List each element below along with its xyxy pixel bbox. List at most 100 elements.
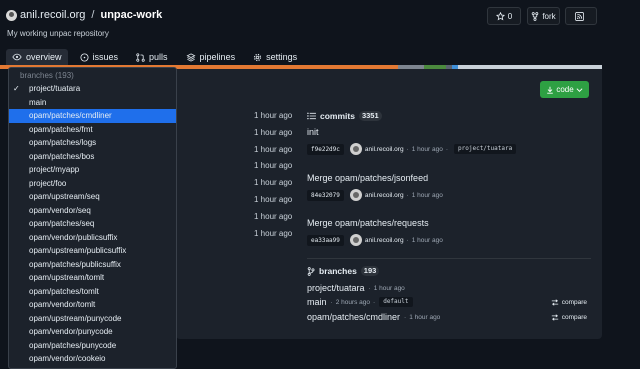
dropdown-branch-item[interactable]: opam/patches/publicsuffix	[9, 258, 176, 272]
author-avatar	[349, 143, 362, 155]
meta-separator: ·	[404, 313, 407, 321]
chevron-down-icon	[576, 87, 583, 92]
tab-label: pulls	[149, 52, 168, 62]
compare-link[interactable]: compare	[551, 314, 587, 321]
list-icon	[307, 112, 316, 120]
meta-separator: ·	[373, 298, 376, 306]
fork-icon	[532, 11, 539, 21]
dropdown-branch-item[interactable]: opam/upstream/publicsuffix	[9, 244, 176, 258]
commit-sha[interactable]: ea33aa99	[307, 234, 344, 246]
commit-author[interactable]: anil.recoil.org	[365, 192, 404, 199]
breadcrumb-separator: /	[91, 9, 95, 21]
commit-author[interactable]: anil.recoil.org	[365, 146, 404, 153]
compare-icon	[551, 298, 558, 306]
repo-name-link[interactable]: unpac-work	[100, 9, 162, 21]
meta-separator: ·	[445, 145, 449, 153]
file-time: 1 hour ago	[254, 144, 293, 154]
commit-item: Merge opam/patches/requests ea33aa99 ani…	[307, 218, 446, 246]
dropdown-header: branches (193)	[20, 71, 74, 80]
dropdown-branch-item[interactable]: opam/vendor/seq	[9, 204, 176, 218]
tab-settings[interactable]: settings	[247, 49, 303, 65]
dropdown-branch-label: opam/patches/logs	[29, 138, 97, 147]
branch-name-link[interactable]: opam/patches/cmdliner	[307, 312, 400, 322]
dropdown-branch-item[interactable]: project/myapp	[9, 163, 176, 177]
dropdown-branch-item[interactable]: opam/upstream/tomlt	[9, 271, 176, 285]
compare-link[interactable]: compare	[551, 299, 587, 306]
repo-tabs: overview issues pulls pipelines settings	[6, 49, 309, 65]
branch-name-link[interactable]: main	[307, 297, 327, 307]
branch-dropdown[interactable]: branches (193) ✓ project/tuatara main opam/…	[8, 67, 177, 369]
tab-pipelines[interactable]: pipelines	[180, 49, 242, 65]
branch-name-link[interactable]: project/tuatara	[307, 283, 365, 293]
fork-button[interactable]: fork	[527, 7, 560, 25]
commit-message[interactable]: Merge opam/patches/requests	[307, 218, 446, 228]
dropdown-branch-item[interactable]: opam/patches/cmdliner	[9, 109, 176, 123]
dropdown-branch-item[interactable]: opam/upstream/seq	[9, 190, 176, 204]
branches-count: 193	[360, 266, 380, 276]
dropdown-branch-item[interactable]: opam/upstream/punycode	[9, 312, 176, 326]
commit-author[interactable]: anil.recoil.org	[365, 237, 404, 244]
commits-header[interactable]: commits 3351	[307, 111, 382, 121]
dropdown-branch-item[interactable]: project/foo	[9, 177, 176, 191]
branch-time: 1 hour ago	[409, 313, 441, 321]
commit-message[interactable]: Merge opam/patches/jsonfeed	[307, 173, 446, 183]
dropdown-branch-item[interactable]: opam/patches/fmt	[9, 123, 176, 137]
dropdown-branch-item[interactable]: opam/vendor/cookeio	[9, 352, 176, 366]
commits-count: 3351	[358, 111, 382, 121]
author-avatar	[349, 189, 362, 201]
branch-time: 1 hour ago	[373, 284, 405, 292]
branch-row: main · 2 hours ago · default compare	[307, 297, 591, 307]
meta-separator: ·	[406, 236, 409, 244]
dropdown-branch-label: opam/vendor/seq	[29, 205, 91, 215]
dropdown-branch-label: opam/upstream/punycode	[29, 313, 122, 323]
dropdown-branch-item[interactable]: opam/patches/punycode	[9, 339, 176, 353]
dropdown-branch-label: opam/vendor/punycode	[29, 327, 113, 336]
tab-issues[interactable]: issues	[74, 49, 125, 65]
commit-time: 1 hour ago	[411, 145, 443, 153]
rss-feed-button[interactable]	[565, 7, 597, 25]
dropdown-branch-item[interactable]: opam/patches/tomlt	[9, 285, 176, 299]
commit-time: 1 hour ago	[411, 236, 443, 244]
meta-separator: ·	[330, 298, 333, 306]
dropdown-branch-item[interactable]: main	[9, 96, 176, 110]
owner-avatar[interactable]	[6, 9, 17, 21]
commit-branch-tag[interactable]: project/tuatara	[454, 144, 517, 154]
dropdown-branch-item[interactable]: opam/vendor/publicsuffix	[9, 231, 176, 245]
repo-header: anil.recoil.org / unpac-work My working …	[0, 0, 640, 48]
tab-label: pipelines	[199, 52, 236, 62]
branch-row: opam/patches/cmdliner · 1 hour ago compa…	[307, 312, 591, 322]
branches-header[interactable]: branches 193	[307, 266, 380, 276]
star-count: 0	[507, 11, 513, 21]
dropdown-branch-item[interactable]: opam/patches/logs	[9, 136, 176, 150]
commit-message[interactable]: init	[307, 127, 516, 137]
repo-owner-link[interactable]: anil.recoil.org	[20, 9, 85, 21]
check-icon: ✓	[13, 84, 20, 93]
tab-overview[interactable]: overview	[6, 49, 68, 65]
section-divider	[307, 258, 591, 259]
tab-label: issues	[92, 52, 119, 62]
dropdown-branch-item[interactable]: opam/patches/seq	[9, 217, 176, 231]
dropdown-branch-label: opam/vendor/tomlt	[29, 300, 96, 309]
code-button[interactable]: code	[540, 81, 589, 98]
compare-label: compare	[561, 298, 587, 306]
rss-icon	[575, 11, 584, 21]
dropdown-branch-label: main	[29, 97, 47, 107]
repo-description: My working unpac repository	[7, 29, 109, 38]
author-avatar	[349, 234, 362, 246]
meta-separator: ·	[368, 284, 371, 292]
dropdown-branch-item[interactable]: opam/vendor/punycode	[9, 325, 176, 339]
dropdown-branch-item[interactable]: opam/vendor/tomlt	[9, 298, 176, 312]
commits-label: commits	[320, 111, 355, 121]
star-button[interactable]: 0	[487, 7, 521, 25]
meta-separator: ·	[406, 191, 409, 199]
commit-sha[interactable]: f9e22d9c	[307, 143, 344, 155]
dropdown-branch-label: opam/patches/seq	[29, 219, 95, 228]
dropdown-branch-label: opam/patches/fmt	[29, 124, 93, 134]
eye-icon	[12, 53, 22, 61]
dropdown-list: ✓ project/tuatara main opam/patches/cmdline…	[9, 82, 176, 366]
dropdown-branch-label: project/myapp	[29, 165, 80, 174]
commit-sha[interactable]: 84e32079	[307, 189, 344, 201]
dropdown-branch-item[interactable]: opam/patches/bos	[9, 150, 176, 164]
dropdown-branch-item[interactable]: ✓ project/tuatara	[9, 82, 176, 96]
tab-pulls[interactable]: pulls	[130, 49, 174, 65]
